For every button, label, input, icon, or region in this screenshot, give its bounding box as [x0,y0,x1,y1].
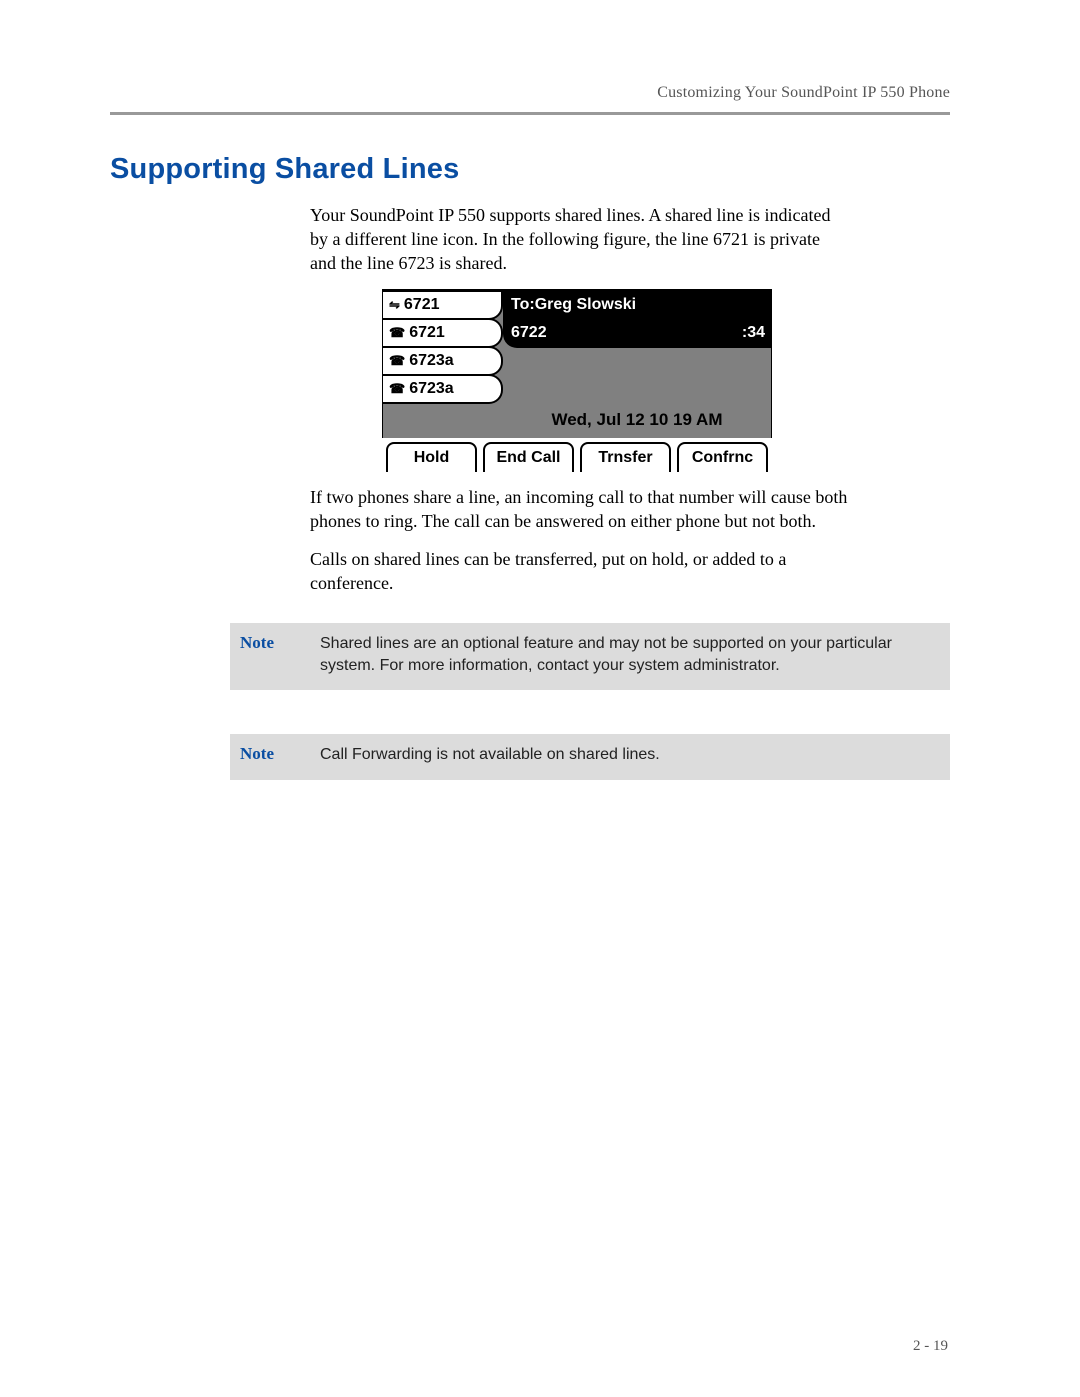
call-timer: :34 [742,324,765,342]
note-text: Shared lines are an optional feature and… [320,623,950,690]
phone-screen: ⇋ 6721 ☎ 6721 ☎ 6723a ☎ 6723a [382,289,772,438]
body-column: Your SoundPoint IP 550 supports shared l… [310,204,850,595]
header-rule [110,112,950,115]
line-key: ⇋ 6721 [383,290,503,320]
paragraph: If two phones share a line, an incoming … [310,486,850,534]
line-keys: ⇋ 6721 ☎ 6721 ☎ 6723a ☎ 6723a [383,290,503,438]
softkey-trnsfer: Trnsfer [580,442,671,472]
line-label: 6721 [404,296,440,314]
line-label: 6723a [409,380,454,398]
note-label: Note [230,734,320,780]
phone-icon: ☎ [389,353,405,369]
phone-main-area: To:Greg Slowski 6722 :34 Wed, Jul 12 10 … [503,290,771,438]
running-head: Customizing Your SoundPoint IP 550 Phone [110,84,950,102]
section-heading: Supporting Shared Lines [110,153,950,186]
line-label: 6723a [409,352,454,370]
softkey-endcall: End Call [483,442,574,472]
note-label: Note [230,623,320,690]
softkey-hold: Hold [386,442,477,472]
page: Customizing Your SoundPoint IP 550 Phone… [0,0,1080,1397]
call-to-line: To:Greg Slowski [503,290,771,320]
phone-icon: ☎ [389,381,405,397]
note-block: Note Call Forwarding is not available on… [230,734,950,780]
softkey-row: Hold End Call Trnsfer Confrnc [382,438,772,472]
note-block: Note Shared lines are an optional featur… [230,623,950,690]
line-key: ☎ 6723a [383,374,503,404]
shared-icon: ⇋ [389,297,400,313]
phone-datetime: Wed, Jul 12 10 19 AM [503,410,771,430]
phone-icon: ☎ [389,325,405,341]
note-text: Call Forwarding is not available on shar… [320,734,950,780]
phone-screen-figure: ⇋ 6721 ☎ 6721 ☎ 6723a ☎ 6723a [382,289,772,472]
line-key: ☎ 6721 [383,318,503,348]
page-number: 2 - 19 [913,1338,948,1355]
call-number: 6722 [511,324,547,342]
line-key: ☎ 6723a [383,346,503,376]
call-number-line: 6722 :34 [503,318,771,348]
line-label: 6721 [409,324,445,342]
paragraph: Calls on shared lines can be transferred… [310,548,850,596]
softkey-confrnc: Confrnc [677,442,768,472]
paragraph: Your SoundPoint IP 550 supports shared l… [310,204,850,275]
